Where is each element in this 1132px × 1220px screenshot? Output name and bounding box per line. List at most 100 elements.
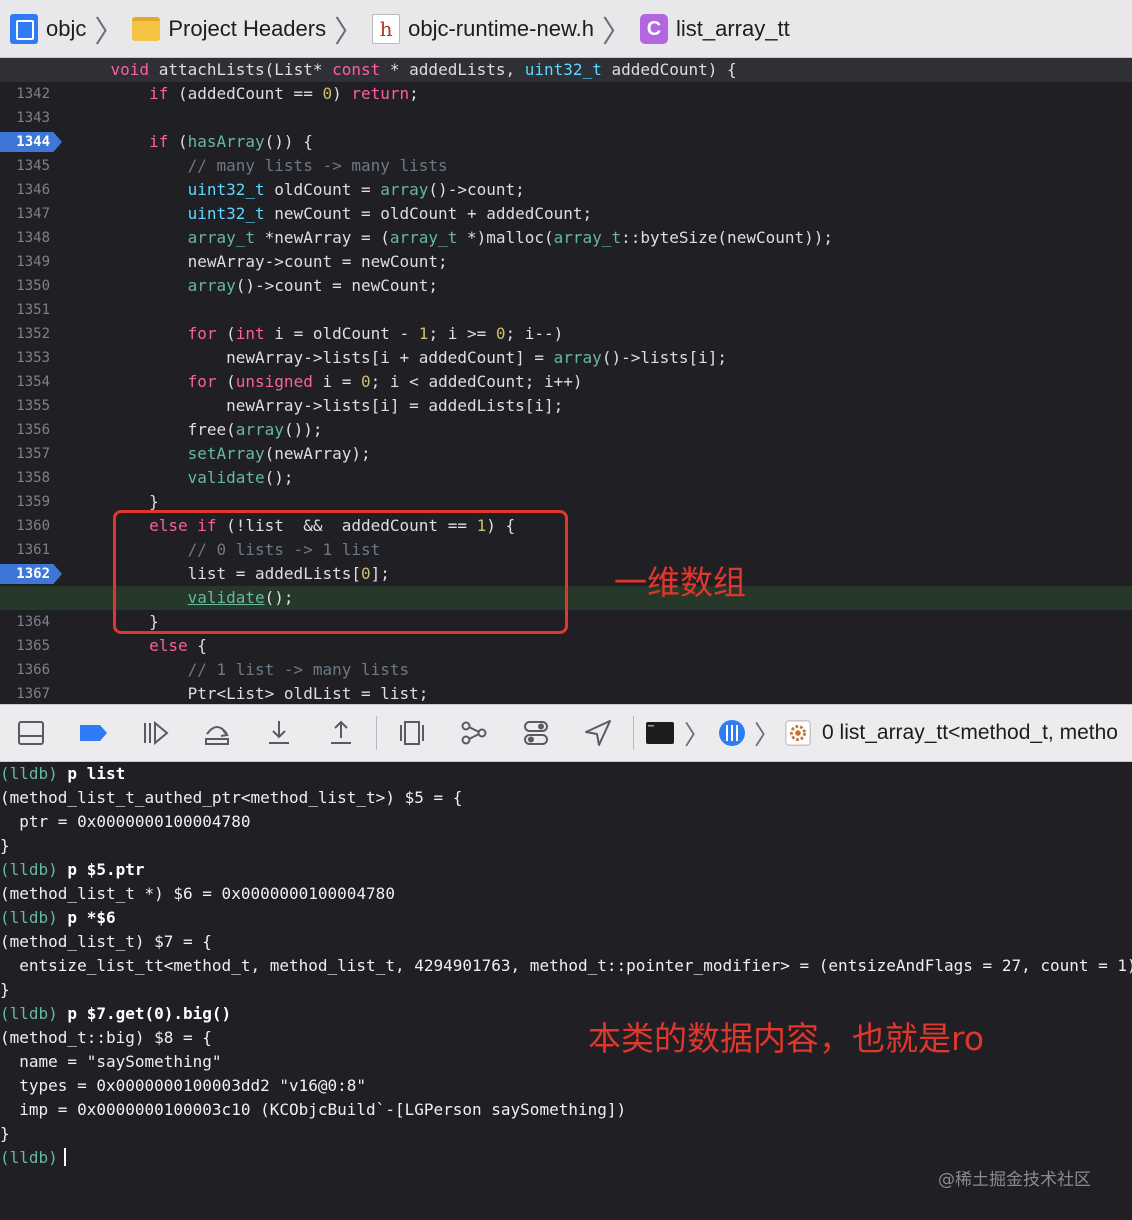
code-text: newArray->lists[i] = addedLists[i];: [72, 394, 563, 418]
lldb-prompt: (lldb): [0, 764, 58, 783]
code-text: if (hasArray()) {: [72, 130, 313, 154]
code-token: for: [187, 372, 217, 391]
console-output-line: (method_t::big) $8 = {: [0, 1028, 212, 1047]
hide-debug-area-button[interactable]: [9, 713, 53, 753]
breadcrumb-label: objc: [46, 15, 87, 41]
lldb-console[interactable]: (lldb) p list (method_list_t_authed_ptr<m…: [0, 762, 1132, 1220]
code-line[interactable]: array()->count = newCount;: [0, 274, 1132, 298]
code-text: newArray->count = newCount;: [72, 250, 448, 274]
code-line[interactable]: // many lists -> many lists: [0, 154, 1132, 178]
code-token: for: [187, 324, 217, 343]
code-line[interactable]: [0, 298, 1132, 322]
annotation-one-dim-array: 一维数组: [614, 563, 746, 602]
code-line[interactable]: uint32_t newCount = oldCount + addedCoun…: [0, 202, 1132, 226]
breadcrumb-label: list_array_tt: [675, 15, 790, 41]
step-into-icon: [269, 721, 289, 744]
code-line[interactable]: }: [0, 490, 1132, 514]
code-line[interactable]: uint32_t oldCount = array()->count;: [0, 178, 1132, 202]
breakpoint-icon: [80, 725, 107, 741]
code-text: array_t *newArray = (array_t *)malloc(ar…: [72, 226, 833, 250]
code-line[interactable]: setArray(newArray);: [0, 442, 1132, 466]
code-token: oldCount =: [264, 180, 381, 199]
source-editor[interactable]: 1341134213431344134513461347134813491350…: [0, 58, 1132, 704]
continue-button[interactable]: [133, 713, 177, 753]
code-token: ()) {: [264, 132, 313, 151]
code-line[interactable]: newArray->count = newCount;: [0, 250, 1132, 274]
code-line[interactable]: [0, 106, 1132, 130]
text-cursor[interactable]: [63, 1148, 66, 1166]
breadcrumb-item-project[interactable]: objc: [10, 13, 87, 44]
step-into-button[interactable]: [257, 713, 301, 753]
code-token: validate: [187, 588, 265, 607]
code-token: list = addedLists[: [72, 564, 361, 583]
code-token: {: [187, 636, 207, 655]
code-token: i =: [312, 372, 361, 391]
code-line[interactable]: newArray->lists[i + addedCount] = array(…: [0, 346, 1132, 370]
process-selector[interactable]: [644, 713, 676, 753]
code-line[interactable]: void attachLists(List* const * addedList…: [0, 58, 1132, 82]
code-line[interactable]: free(array());: [0, 418, 1132, 442]
code-text: // 1 list -> many lists: [72, 658, 410, 682]
code-token: ];: [370, 564, 390, 583]
code-line[interactable]: array_t *newArray = (array_t *)malloc(ar…: [0, 226, 1132, 250]
code-text: setArray(newArray);: [72, 442, 371, 466]
code-text: array()->count = newCount;: [72, 274, 438, 298]
code-line[interactable]: newArray->lists[i] = addedLists[i];: [0, 394, 1132, 418]
code-text: // many lists -> many lists: [72, 154, 448, 178]
thread-selector[interactable]: [716, 713, 748, 753]
code-line[interactable]: // 1 list -> many lists: [0, 658, 1132, 682]
simulate-location-button[interactable]: [576, 713, 620, 753]
code-line[interactable]: else if (!list && addedCount == 1) {: [0, 514, 1132, 538]
lldb-prompt: (lldb): [0, 908, 58, 927]
code-token: ();: [264, 588, 294, 607]
code-line[interactable]: }: [0, 610, 1132, 634]
code-text: else if (!list && addedCount == 1) {: [72, 514, 515, 538]
console-command-line: (lldb) p list: [0, 762, 125, 786]
breadcrumb-item-file[interactable]: h objc-runtime-new.h: [372, 13, 594, 44]
breadcrumb-item-symbol[interactable]: C list_array_tt: [639, 13, 790, 44]
memory-graph-button[interactable]: [452, 713, 496, 753]
environment-overrides-button[interactable]: [514, 713, 558, 753]
step-over-button[interactable]: [195, 713, 239, 753]
code-token: newCount = oldCount + addedCount;: [264, 204, 593, 223]
console-output-line: imp = 0x0000000100003c10 (KCObjcBuild`-[…: [0, 1100, 627, 1119]
breakpoints-toggle-button[interactable]: [71, 713, 115, 753]
breadcrumb-item-folder[interactable]: Project Headers: [132, 16, 326, 42]
jump-bar: objc 〉 Project Headers 〉 h objc-runtime-…: [0, 0, 1132, 58]
code-token: if: [149, 132, 169, 151]
code-line[interactable]: else {: [0, 634, 1132, 658]
code-line[interactable]: // 0 lists -> 1 list: [0, 538, 1132, 562]
stack-frame-selector[interactable]: 0 list_array_tt<method_t, metho: [822, 721, 1118, 745]
code-token: 0: [322, 84, 333, 103]
code-text: else {: [72, 634, 207, 658]
code-line[interactable]: for (int i = oldCount - 1; i >= 0; i--): [0, 322, 1132, 346]
project-icon: [10, 13, 38, 44]
code-text: }: [72, 490, 159, 514]
code-text: newArray->lists[i + addedCount] = array(…: [72, 346, 727, 370]
thread-icon: [719, 720, 746, 746]
code-token: i = oldCount -: [264, 324, 419, 343]
code-line[interactable]: Ptr<List> oldList = list;: [0, 682, 1132, 704]
code-line[interactable]: list = addedLists[0];: [0, 562, 1132, 586]
code-line[interactable]: validate();: [0, 586, 1132, 610]
console-output-line: (method_list_t *) $6 = 0x000000010000478…: [0, 884, 395, 903]
watermark: @稀土掘金技术社区: [938, 1170, 1091, 1190]
gear-icon: [785, 720, 811, 746]
code-token: 0: [495, 324, 506, 343]
code-token: ());: [283, 420, 323, 439]
code-line[interactable]: if (hasArray()) {: [0, 130, 1132, 154]
view-hierarchy-button[interactable]: [390, 713, 434, 753]
class-icon: C: [639, 13, 668, 44]
code-token: Ptr<List> oldList = list;: [72, 684, 429, 703]
code-line[interactable]: validate();: [0, 466, 1132, 490]
code-token: hasArray: [187, 132, 265, 151]
step-out-button[interactable]: [319, 713, 363, 753]
code-line[interactable]: if (addedCount == 0) return;: [0, 82, 1132, 106]
code-line[interactable]: for (unsigned i = 0; i < addedCount; i++…: [0, 370, 1132, 394]
